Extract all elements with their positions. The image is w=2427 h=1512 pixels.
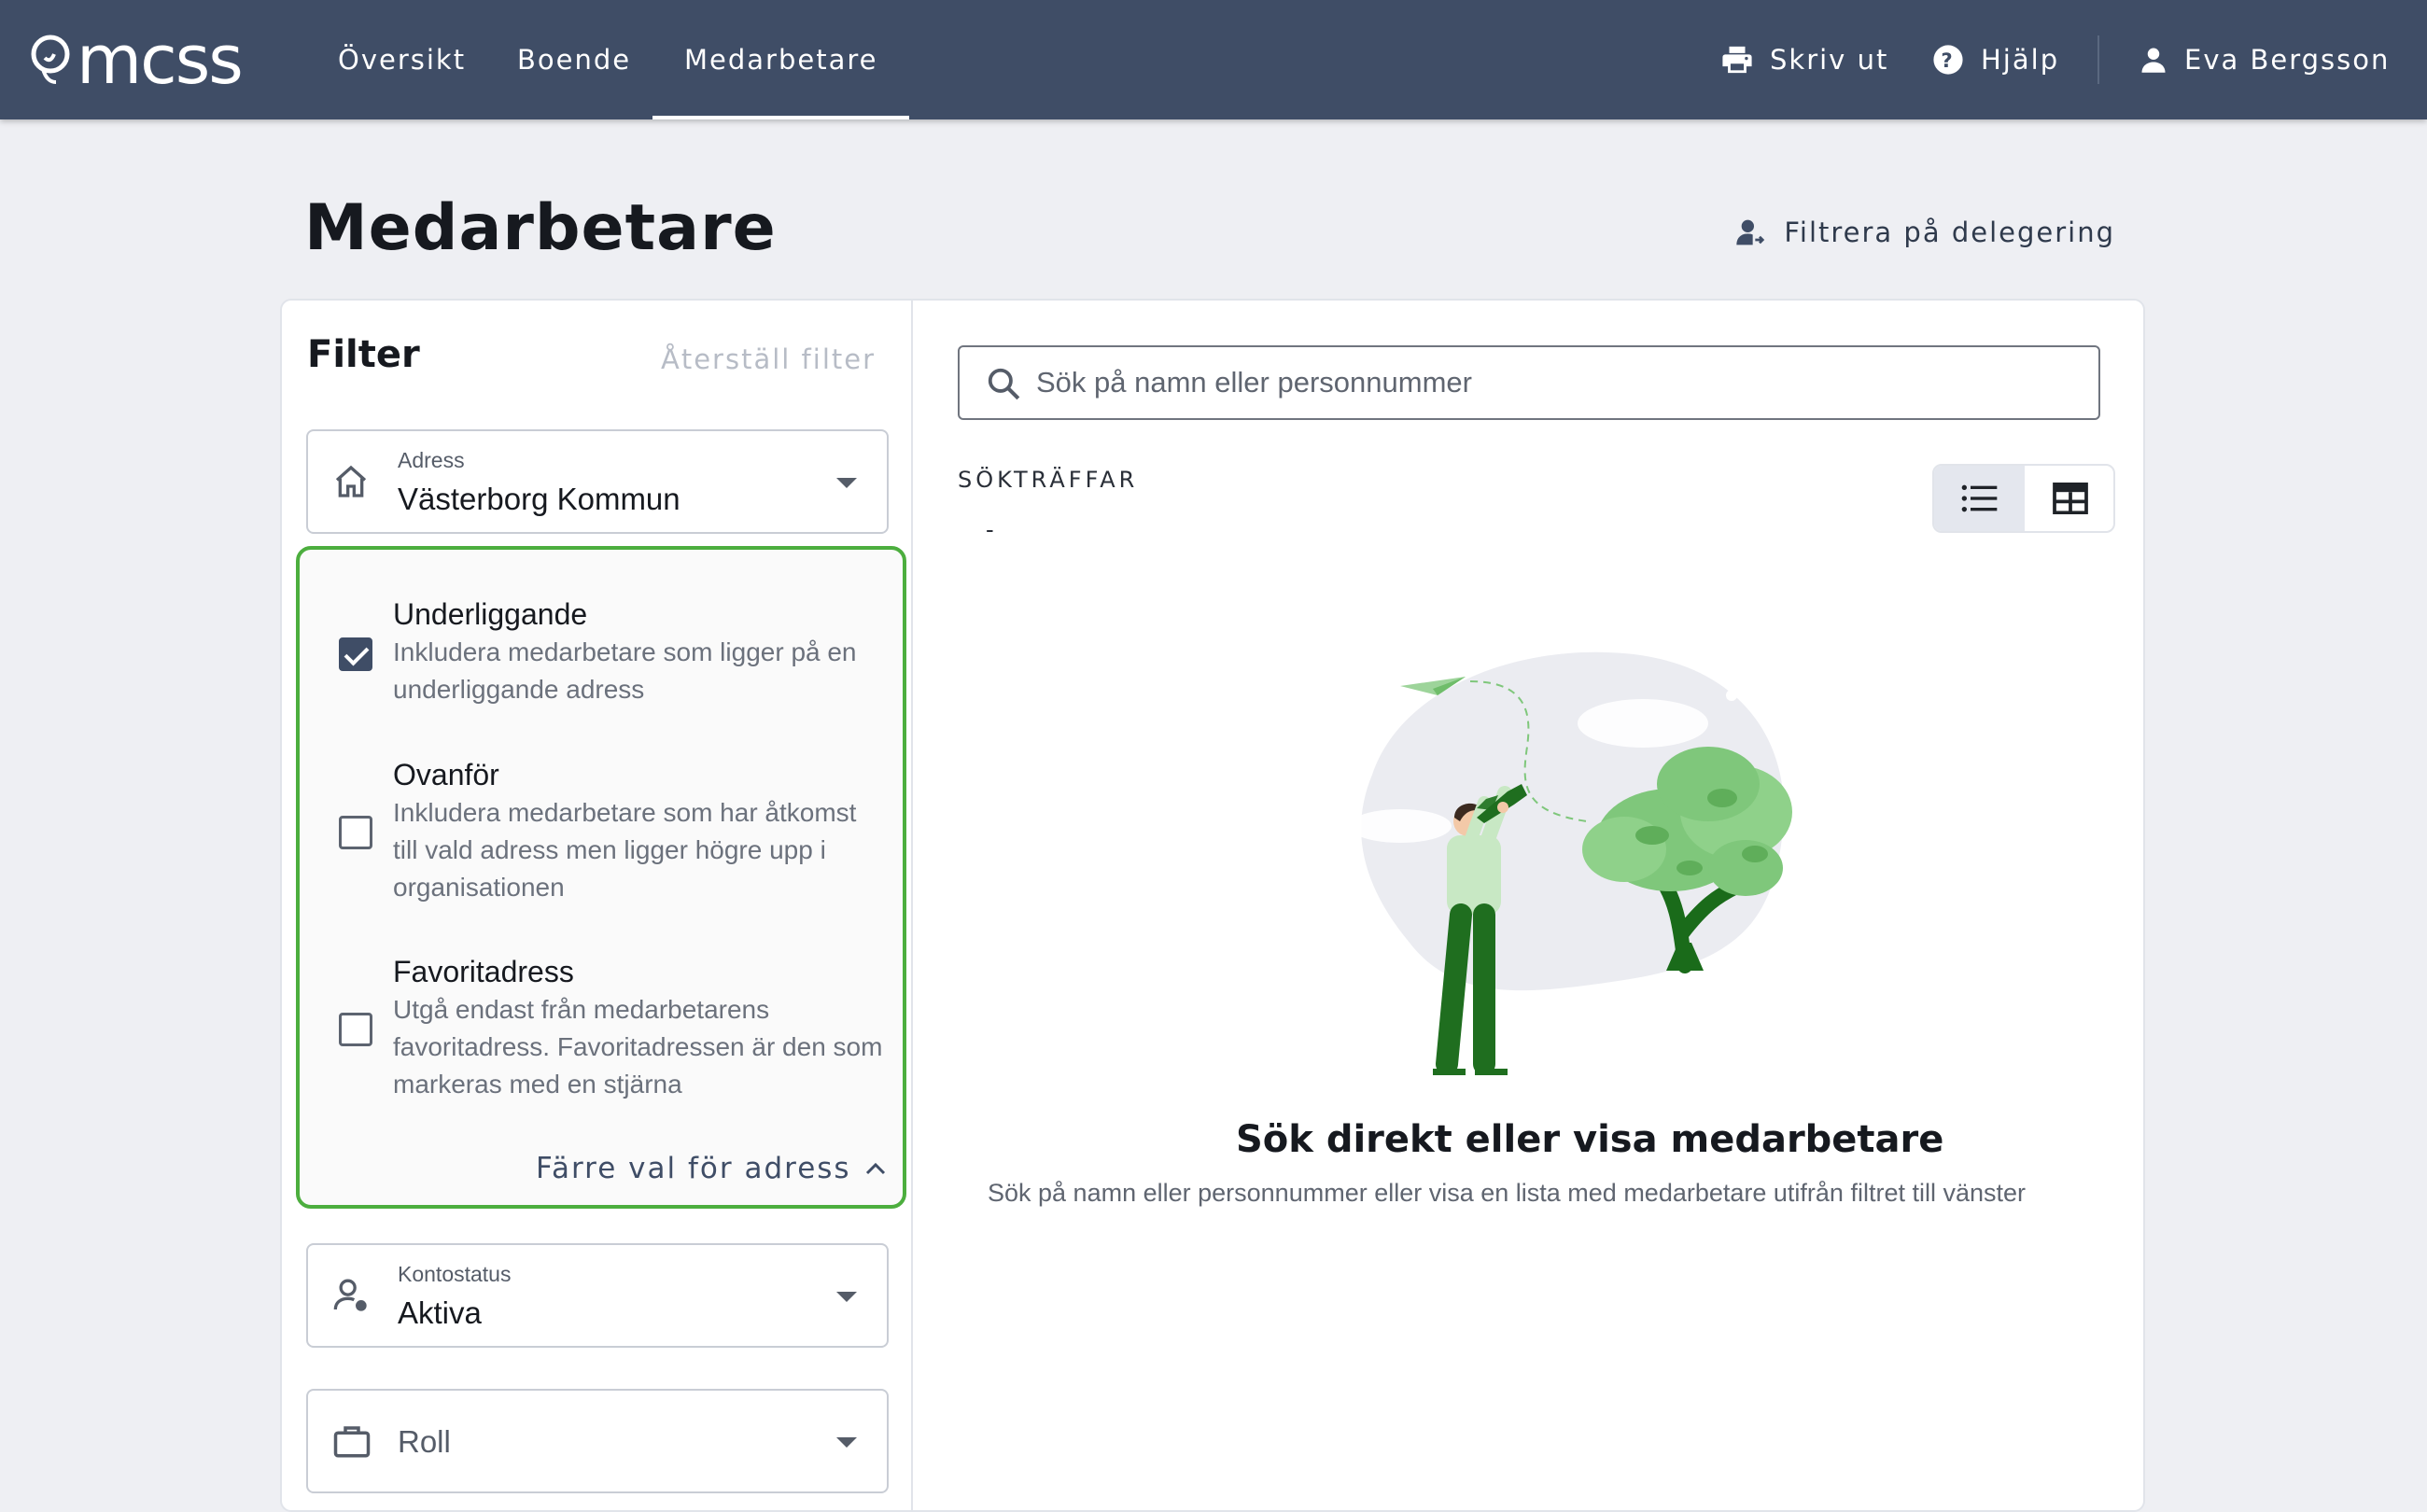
chevron-down-icon	[836, 1437, 857, 1448]
top-navigation-bar: mcss Översikt Boende Medarbetare Skriv u…	[0, 0, 2427, 119]
user-icon	[2141, 48, 2166, 73]
topbar-divider	[2097, 35, 2099, 84]
printer-icon	[1722, 46, 1752, 74]
nav-medarbetare[interactable]: Medarbetare	[652, 0, 911, 119]
underliggande-checkbox[interactable]	[339, 637, 372, 671]
option-description: Inkludera medarbetare som har åtkomst ti…	[393, 798, 857, 902]
search-icon	[988, 368, 1020, 400]
home-icon	[335, 465, 367, 497]
reset-filter-button[interactable]: Återställ filter	[661, 343, 876, 375]
svg-text:?: ?	[1941, 49, 1955, 73]
address-select-label: Adress	[398, 448, 465, 472]
view-toggle	[1932, 464, 2115, 533]
logo-mark-icon	[31, 35, 70, 84]
help-icon: ?	[1933, 45, 1963, 75]
ovanfor-checkbox[interactable]	[339, 816, 372, 849]
search-input[interactable]	[1036, 357, 2082, 409]
fewer-address-options-label: Färre val för adress	[536, 1152, 851, 1185]
option-title: Ovanför	[393, 758, 499, 791]
account-status-select[interactable]: Kontostatus Aktiva	[306, 1243, 889, 1348]
empty-state-title: Sök direkt eller visa medarbetare	[1236, 1118, 1944, 1161]
option-description: Utgå endast från medarbetarens favoritad…	[393, 995, 883, 1099]
table-icon	[2052, 483, 2088, 514]
chevron-down-icon	[836, 478, 857, 488]
list-icon	[1961, 484, 1997, 512]
account-status-value: Aktiva	[398, 1295, 482, 1330]
option-description: Inkludera medarbetare som ligger på en u…	[393, 637, 857, 704]
filter-by-delegation-label: Filtrera på delegering	[1784, 217, 2115, 248]
account-status-label: Kontostatus	[398, 1262, 512, 1286]
favoritadress-checkbox[interactable]	[339, 1013, 372, 1046]
logo-text: mcss	[77, 21, 244, 99]
list-view-button[interactable]	[1934, 466, 2025, 531]
empty-state-illustration	[1349, 651, 1792, 1075]
table-view-button[interactable]	[2025, 466, 2113, 531]
search-hits-value: -	[986, 515, 994, 543]
role-select[interactable]: Roll	[306, 1389, 889, 1493]
chevron-down-icon	[836, 1292, 857, 1302]
user-name: Eva Bergsson	[2184, 44, 2391, 76]
page-title: Medarbetare	[304, 191, 777, 265]
person-status-icon	[333, 1279, 367, 1311]
address-select[interactable]: Adress Västerborg Kommun	[306, 429, 889, 534]
option-title: Underliggande	[393, 597, 588, 631]
help-label: Hjälp	[1981, 44, 2060, 76]
fewer-address-options-button[interactable]: Färre val för adress	[536, 1152, 887, 1185]
briefcase-icon	[333, 1426, 371, 1458]
filter-title: Filter	[307, 333, 420, 376]
print-label: Skriv ut	[1770, 44, 1889, 76]
address-select-value: Västerborg Kommun	[398, 482, 680, 516]
filter-by-delegation-button[interactable]: Filtrera på delegering	[1735, 217, 2115, 248]
chevron-up-icon	[865, 1162, 885, 1175]
user-menu[interactable]: Eva Bergsson	[2139, 0, 2390, 119]
search-field[interactable]	[958, 345, 2100, 420]
person-delegation-icon	[1736, 219, 1765, 245]
search-hits-label: SÖKTRÄFFAR	[958, 467, 1139, 493]
nav-oversikt[interactable]: Översikt	[338, 0, 466, 119]
print-button[interactable]: Skriv ut	[1721, 0, 1888, 119]
help-button[interactable]: ? Hjälp	[1932, 0, 2059, 119]
empty-state-description: Sök på namn eller personnummer eller vis…	[988, 1179, 2026, 1207]
mcss-logo[interactable]: mcss	[30, 21, 244, 99]
nav-boende[interactable]: Boende	[517, 0, 631, 119]
option-title: Favoritadress	[393, 955, 574, 988]
role-placeholder: Roll	[398, 1424, 451, 1459]
